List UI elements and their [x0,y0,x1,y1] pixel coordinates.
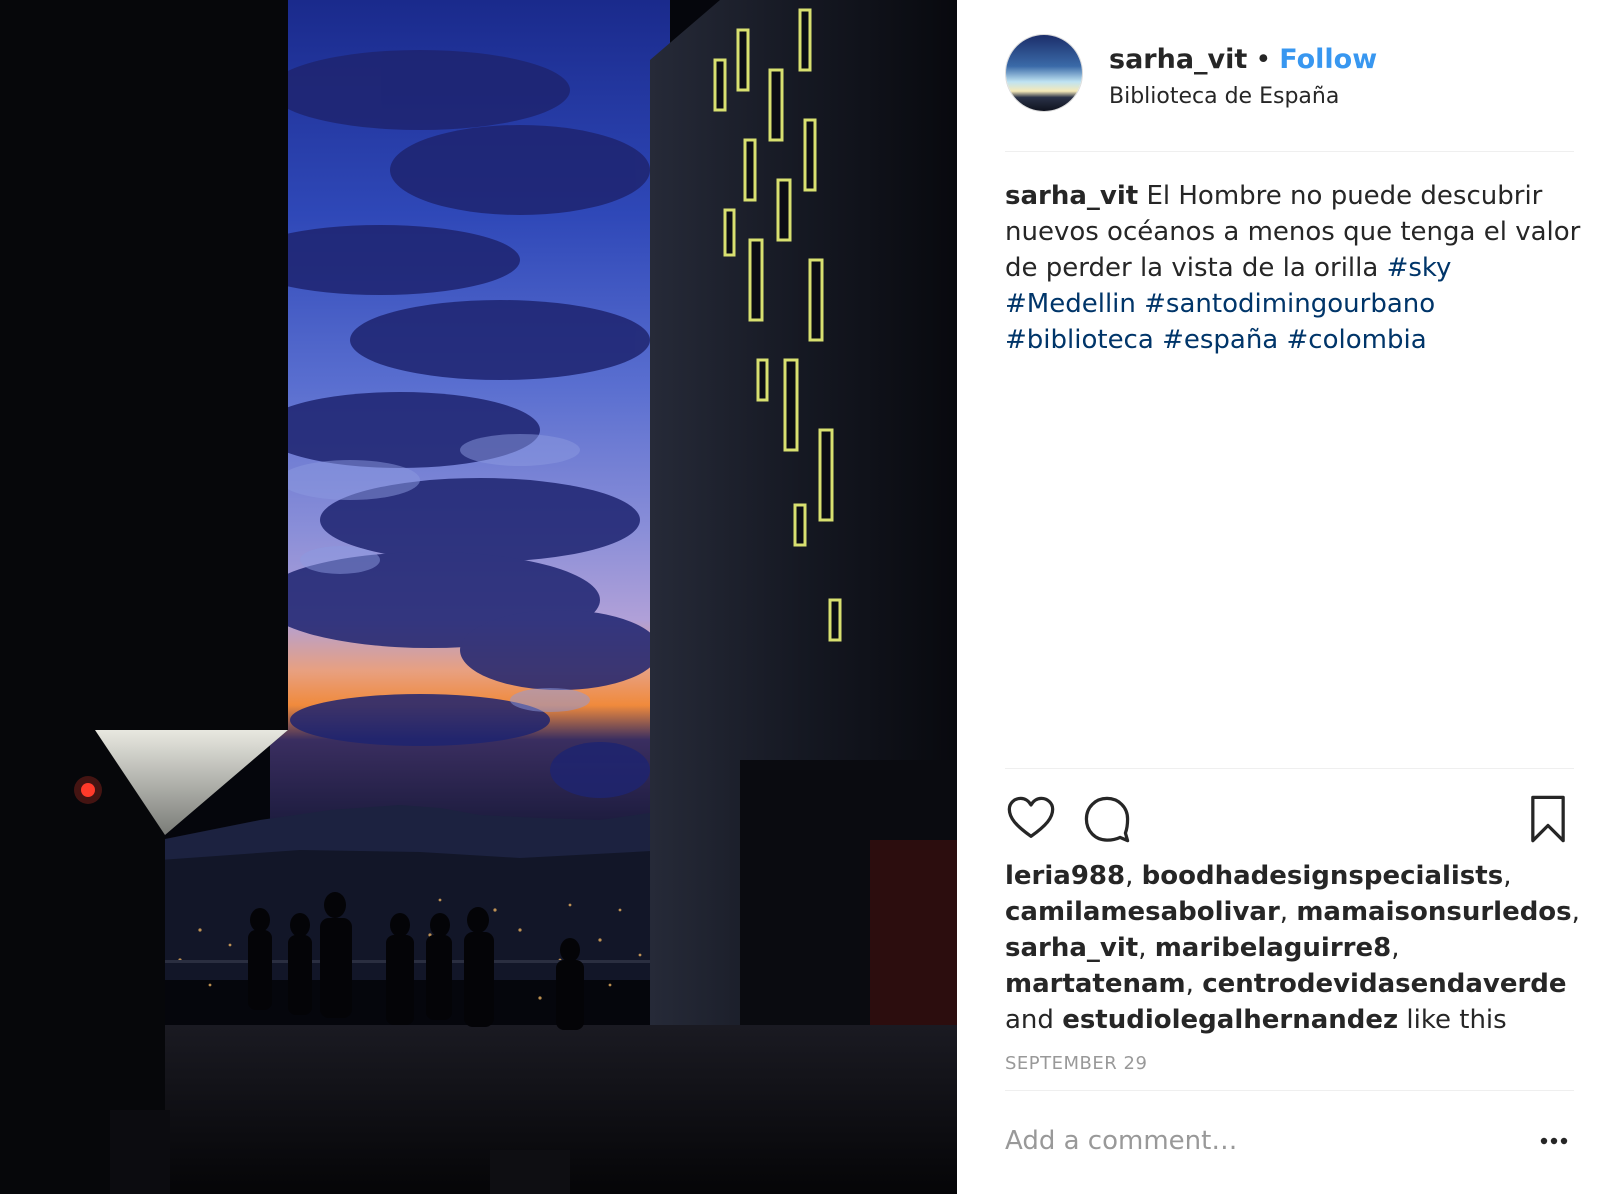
liker-link[interactable]: estudiolegalhernandez [1062,1005,1398,1035]
comment-input[interactable] [1005,1117,1505,1165]
follow-button[interactable]: Follow [1279,44,1377,75]
liker-link[interactable]: leria988 [1005,861,1125,891]
post-header: sarha_vit • Follow Biblioteca de España [1005,32,1574,152]
liker-link[interactable]: martatenam [1005,969,1186,999]
bookmark-icon[interactable] [1522,793,1574,845]
hashtag-link[interactable]: #santodimingourbano [1144,289,1435,319]
comment-icon[interactable] [1081,793,1133,845]
liker-link[interactable]: centrodevidasendaverde [1202,969,1566,999]
liker-link[interactable]: mamaisonsurledos [1296,897,1571,927]
post-container: sarha_vit • Follow Biblioteca de España sa… [0,0,1622,1194]
caption-username-link[interactable]: sarha_vit [1005,181,1138,211]
likes-summary: leria988, boodhadesignspecialists, camil… [1005,861,1580,1035]
action-bar [1005,768,1574,869]
post-date[interactable]: SEPTEMBER 29 [1005,1052,1147,1076]
liker-link[interactable]: sarha_vit [1005,933,1138,963]
avatar[interactable] [1005,34,1083,112]
hashtag-link[interactable]: #sky [1387,253,1452,283]
post-photo-image [0,0,957,1194]
user-line: sarha_vit • Follow [1109,42,1377,78]
hashtag-link[interactable]: #colombia [1287,325,1427,355]
hashtag-link[interactable]: #españa [1162,325,1278,355]
post-side-panel: sarha_vit • Follow Biblioteca de España sa… [957,0,1622,1194]
liker-link[interactable]: camilamesabolivar [1005,897,1280,927]
and-word: and [1005,1005,1054,1035]
comment-bar [1005,1090,1574,1195]
likes-suffix: like this [1406,1005,1507,1035]
caption: sarha_vit El Hombre no puede descubrir n… [1005,178,1585,358]
more-options-icon[interactable] [1534,1121,1574,1161]
post-photo[interactable] [0,0,957,1194]
liker-link[interactable]: maribelaguirre8 [1155,933,1391,963]
location-link[interactable]: Biblioteca de España [1109,82,1339,112]
separator-dot: • [1255,44,1272,75]
heart-icon[interactable] [1005,793,1057,845]
hashtag-link[interactable]: #biblioteca [1005,325,1154,355]
liker-link[interactable]: boodhadesignspecialists [1142,861,1504,891]
username-link[interactable]: sarha_vit [1109,44,1247,75]
hashtag-link[interactable]: #Medellin [1005,289,1136,319]
